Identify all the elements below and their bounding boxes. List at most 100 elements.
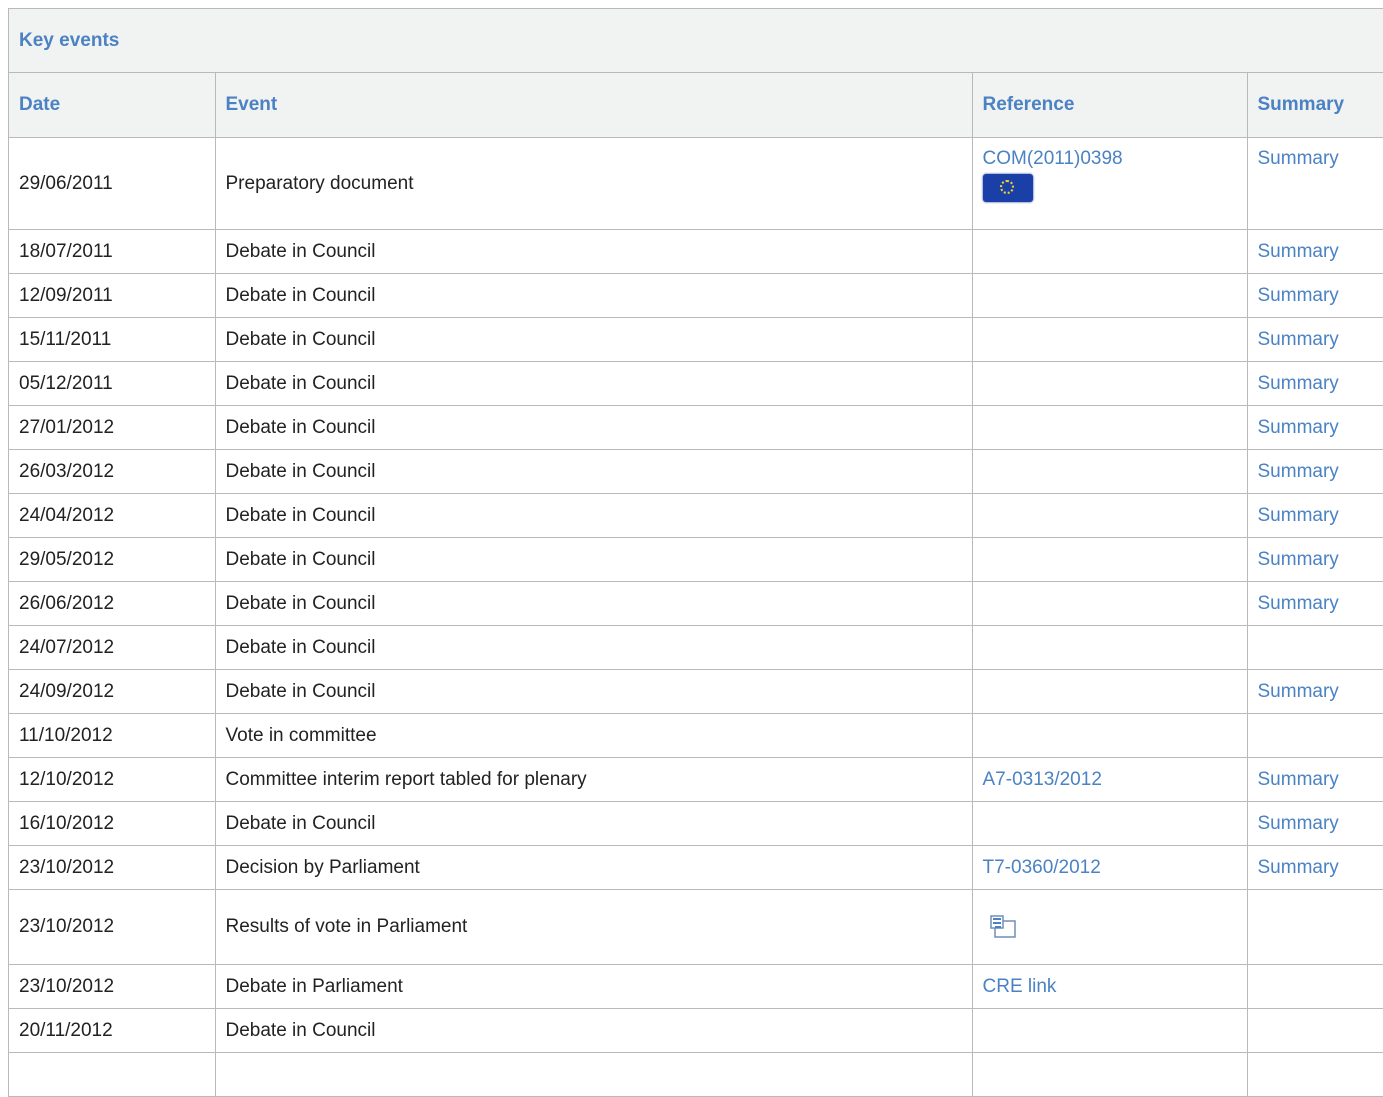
cell-summary	[1247, 713, 1383, 758]
cell-date: 12/10/2012	[9, 757, 216, 802]
cell-summary	[1247, 1008, 1383, 1053]
cell-reference	[972, 229, 1248, 274]
cell-event: Debate in Council	[215, 273, 973, 318]
column-header-summary: Summary	[1247, 73, 1383, 138]
cell-summary	[1247, 964, 1383, 1009]
table-row: 23/10/2012 Results of vote in Parliament	[9, 889, 1383, 965]
cell-summary: Summary	[1247, 137, 1383, 230]
cell-reference: CRE link	[972, 964, 1248, 1009]
summary-link[interactable]: Summary	[1258, 857, 1339, 878]
cell-reference	[972, 273, 1248, 318]
cell-date: 23/10/2012	[9, 845, 216, 890]
cell-summary: Summary	[1247, 845, 1383, 890]
column-header-reference: Reference	[972, 73, 1248, 138]
cell-summary: Summary	[1247, 581, 1383, 626]
eu-flag-icon[interactable]	[982, 174, 1033, 202]
cell-summary: Summary	[1247, 229, 1383, 274]
vote-results-icon[interactable]	[983, 911, 1017, 947]
cell-summary	[1247, 889, 1383, 965]
cell-reference	[972, 713, 1248, 758]
cell-reference	[972, 361, 1248, 406]
reference-link[interactable]: CRE link	[983, 976, 1057, 997]
cell-date: 20/11/2012	[9, 1008, 216, 1053]
summary-link[interactable]: Summary	[1258, 373, 1339, 394]
table-row: 27/01/2012 Debate in Council Summary	[9, 405, 1383, 450]
table-row: 12/10/2012 Committee interim report table…	[9, 757, 1383, 802]
cell-summary: Summary	[1247, 801, 1383, 846]
panel-title: Key events	[19, 29, 120, 51]
cell-event: Debate in Council	[215, 801, 973, 846]
cell-reference	[972, 449, 1248, 494]
table-row: 20/11/2012 Debate in Council	[9, 1008, 1383, 1053]
table-row: 05/12/2011 Debate in Council Summary	[9, 361, 1383, 406]
cell-date: 29/05/2012	[9, 537, 216, 582]
reference-link[interactable]: T7-0360/2012	[983, 857, 1101, 878]
cell-reference	[972, 317, 1248, 362]
summary-link[interactable]: Summary	[1258, 549, 1339, 570]
cell-event: Vote in committee	[215, 713, 973, 758]
table-row: 24/09/2012 Debate in Council Summary	[9, 669, 1383, 714]
cell-date: 12/09/2011	[9, 273, 216, 318]
cell-date: 26/06/2012	[9, 581, 216, 626]
cell-event: Debate in Council	[215, 537, 973, 582]
cell-summary: Summary	[1247, 449, 1383, 494]
table-row: 16/10/2012 Debate in Council Summary	[9, 801, 1383, 846]
cell-date: 24/09/2012	[9, 669, 216, 714]
cell-reference	[972, 1052, 1248, 1097]
summary-link[interactable]: Summary	[1258, 505, 1339, 526]
cell-summary: Summary	[1247, 493, 1383, 538]
cell-event: Decision by Parliament	[215, 845, 973, 890]
summary-link[interactable]: Summary	[1258, 285, 1339, 306]
summary-link[interactable]: Summary	[1258, 417, 1339, 438]
cell-event: Results of vote in Parliament	[215, 889, 973, 965]
summary-link[interactable]: Summary	[1258, 593, 1339, 614]
table-row: 24/04/2012 Debate in Council Summary	[9, 493, 1383, 538]
table-row: 23/10/2012 Debate in Parliament CRE link	[9, 964, 1383, 1009]
cell-date: 16/10/2012	[9, 801, 216, 846]
cell-summary: Summary	[1247, 317, 1383, 362]
summary-link[interactable]: Summary	[1258, 681, 1339, 702]
cell-event: Debate in Council	[215, 493, 973, 538]
panel-header: Key events	[9, 9, 1383, 73]
table-header-row: Date Event Reference Summary	[9, 73, 1383, 138]
column-header-date: Date	[9, 73, 216, 138]
cell-reference	[972, 669, 1248, 714]
summary-link[interactable]: Summary	[1258, 329, 1339, 350]
summary-link[interactable]: Summary	[1258, 769, 1339, 790]
column-header-event: Event	[215, 73, 973, 138]
cell-reference	[972, 581, 1248, 626]
summary-link[interactable]: Summary	[1258, 241, 1339, 262]
cell-event: Debate in Council	[215, 361, 973, 406]
key-events-table: Date Event Reference Summary 29/06/2011 P…	[9, 73, 1383, 1097]
cell-date	[9, 1052, 216, 1097]
summary-link[interactable]: Summary	[1258, 461, 1339, 482]
cell-reference: A7-0313/2012	[972, 757, 1248, 802]
cell-summary	[1247, 1052, 1383, 1097]
table-row: 26/03/2012 Debate in Council Summary	[9, 449, 1383, 494]
table-row: 12/09/2011 Debate in Council Summary	[9, 273, 1383, 318]
cell-date: 27/01/2012	[9, 405, 216, 450]
cell-date: 05/12/2011	[9, 361, 216, 406]
cell-date: 24/07/2012	[9, 625, 216, 670]
cell-date: 11/10/2012	[9, 713, 216, 758]
cell-reference	[972, 889, 1248, 965]
cell-event: Debate in Council	[215, 1008, 973, 1053]
cell-date: 18/07/2011	[9, 229, 216, 274]
summary-link[interactable]: Summary	[1258, 813, 1339, 834]
cell-reference: T7-0360/2012	[972, 845, 1248, 890]
cell-reference: COM(2011)0398	[972, 137, 1248, 230]
table-row: 11/10/2012 Vote in committee	[9, 713, 1383, 758]
cell-reference	[972, 493, 1248, 538]
reference-link[interactable]: COM(2011)0398	[983, 148, 1123, 169]
cell-reference	[972, 537, 1248, 582]
summary-link[interactable]: Summary	[1258, 148, 1339, 169]
cell-summary: Summary	[1247, 757, 1383, 802]
cell-reference	[972, 405, 1248, 450]
cell-event: Debate in Council	[215, 625, 973, 670]
cell-event: Debate in Council	[215, 449, 973, 494]
cell-date: 15/11/2011	[9, 317, 216, 362]
table-row: 18/07/2011 Debate in Council Summary	[9, 229, 1383, 274]
cell-summary: Summary	[1247, 537, 1383, 582]
cell-date: 29/06/2011	[9, 137, 216, 230]
reference-link[interactable]: A7-0313/2012	[983, 769, 1102, 790]
